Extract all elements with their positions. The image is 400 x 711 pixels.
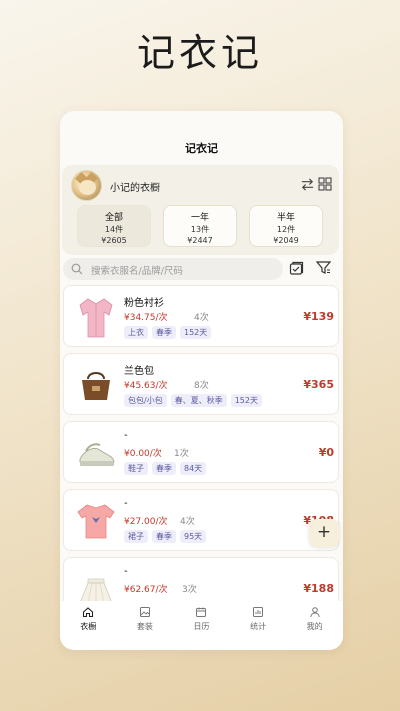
- list-item[interactable]: - ¥27.00/次 4次 裙子 春季 95天 ¥108: [63, 489, 339, 551]
- item-wear-count: 3次: [182, 585, 197, 595]
- item-name: 兰色包: [124, 366, 154, 377]
- stat-all[interactable]: 全部 14件 ¥2605: [77, 205, 151, 247]
- stat-label: 半年: [276, 213, 295, 223]
- item-name: 粉色衬衫: [124, 298, 164, 309]
- item-name: -: [124, 430, 128, 441]
- add-item-button[interactable]: +: [309, 519, 339, 547]
- brown-bag-icon: [82, 372, 110, 400]
- item-price: ¥139: [303, 310, 334, 323]
- stat-label: 一年: [190, 213, 209, 223]
- item-price: ¥0: [318, 446, 334, 459]
- list-item[interactable]: - ¥0.00/次 1次 鞋子 春季 84天 ¥0: [63, 421, 339, 483]
- tab-label: 我的: [306, 622, 323, 631]
- tab-calendar[interactable]: 日历: [173, 601, 230, 650]
- swap-icon[interactable]: [300, 177, 315, 192]
- tag: 鞋子: [124, 462, 148, 475]
- user-icon: [309, 607, 320, 618]
- search-icon: [71, 263, 83, 275]
- item-wear-count: 1次: [174, 449, 189, 459]
- stat-total: ¥2049: [273, 236, 299, 245]
- stat-count: 12件: [276, 225, 296, 234]
- tag: 84天: [180, 462, 207, 475]
- item-per-use: ¥62.67/次: [124, 585, 168, 595]
- item-tags: 上衣 春季 152天: [124, 326, 212, 339]
- tab-wardrobe[interactable]: 衣橱: [60, 601, 117, 650]
- item-per-use: ¥34.75/次: [124, 313, 168, 323]
- item-price: ¥188: [303, 582, 334, 595]
- item-name: -: [124, 498, 128, 509]
- tag: 95天: [180, 530, 207, 543]
- item-tags: 裙子 春季 95天: [124, 530, 207, 543]
- stat-total: ¥2605: [101, 236, 127, 245]
- tab-outfits[interactable]: 套装: [117, 601, 174, 650]
- list-item[interactable]: 兰色包 ¥45.63/次 8次 包包/小包 春、夏、秋季 152天 ¥365: [63, 353, 339, 415]
- pink-shirt-icon: [79, 298, 113, 338]
- stat-label: 全部: [104, 213, 123, 223]
- item-wear-count: 4次: [194, 313, 209, 323]
- item-per-use: ¥45.63/次: [124, 381, 168, 391]
- tag: 春季: [152, 530, 176, 543]
- avatar[interactable]: [71, 170, 102, 201]
- tag: 包包/小包: [124, 394, 167, 407]
- tab-label: 套装: [136, 622, 153, 631]
- picture-icon: [139, 607, 150, 617]
- item-price: ¥365: [303, 378, 334, 391]
- phone-screen: 记衣记 小记的衣橱 全部 14件 ¥2605 一年 13件 ¥2447 半年 1…: [60, 111, 343, 650]
- tab-me[interactable]: 我的: [286, 601, 343, 650]
- tab-label: 统计: [250, 622, 267, 631]
- tab-label: 日历: [193, 622, 210, 631]
- search-input[interactable]: 搜索衣服名/品牌/尺码: [63, 258, 283, 280]
- list-item[interactable]: 粉色衬衫 ¥34.75/次 4次 上衣 春季 152天 ¥139: [63, 285, 339, 347]
- item-tags: 鞋子 春季 84天: [124, 462, 207, 475]
- item-name: -: [124, 566, 128, 577]
- stat-total: ¥2447: [187, 236, 213, 245]
- filter-icon[interactable]: [316, 260, 331, 275]
- tab-label: 衣橱: [80, 622, 97, 631]
- stat-one-year[interactable]: 一年 13件 ¥2447: [163, 205, 237, 247]
- closet-name: 小记的衣橱: [110, 183, 160, 194]
- item-per-use: ¥0.00/次: [124, 449, 162, 459]
- grid-icon[interactable]: [318, 177, 332, 191]
- tag: 春、夏、秋季: [170, 394, 227, 407]
- tab-stats[interactable]: 统计: [230, 601, 287, 650]
- search-placeholder: 搜索衣服名/品牌/尺码: [91, 266, 183, 277]
- stats-icon: [253, 607, 264, 617]
- tag: 裙子: [124, 530, 148, 543]
- calendar-icon: [196, 607, 207, 617]
- item-wear-count: 8次: [194, 381, 209, 391]
- profile-card: 小记的衣橱 全部 14件 ¥2605 一年 13件 ¥2447 半年 12件 ¥…: [62, 165, 339, 255]
- sneaker-icon: [79, 443, 115, 466]
- tag: 152天: [180, 326, 212, 339]
- tag: 上衣: [124, 326, 148, 339]
- stat-count: 13件: [190, 225, 210, 234]
- pink-tshirt-icon: [77, 504, 115, 539]
- tag: 152天: [230, 394, 262, 407]
- hero-title: 记衣记: [136, 31, 263, 75]
- tag: 春季: [152, 462, 176, 475]
- outfit-record-icon[interactable]: [289, 261, 304, 276]
- item-per-use: ¥27.00/次: [124, 517, 168, 527]
- item-tags: 包包/小包 春、夏、秋季 152天: [124, 394, 262, 407]
- item-wear-count: 4次: [180, 517, 195, 527]
- app-title: 记衣记: [185, 142, 218, 155]
- home-icon: [83, 607, 94, 618]
- tag: 春季: [152, 326, 176, 339]
- stat-count: 14件: [104, 225, 124, 234]
- stat-half-year[interactable]: 半年 12件 ¥2049: [249, 205, 323, 247]
- bottom-tab-bar: 衣橱 套装 日历 统计 我的: [60, 601, 343, 650]
